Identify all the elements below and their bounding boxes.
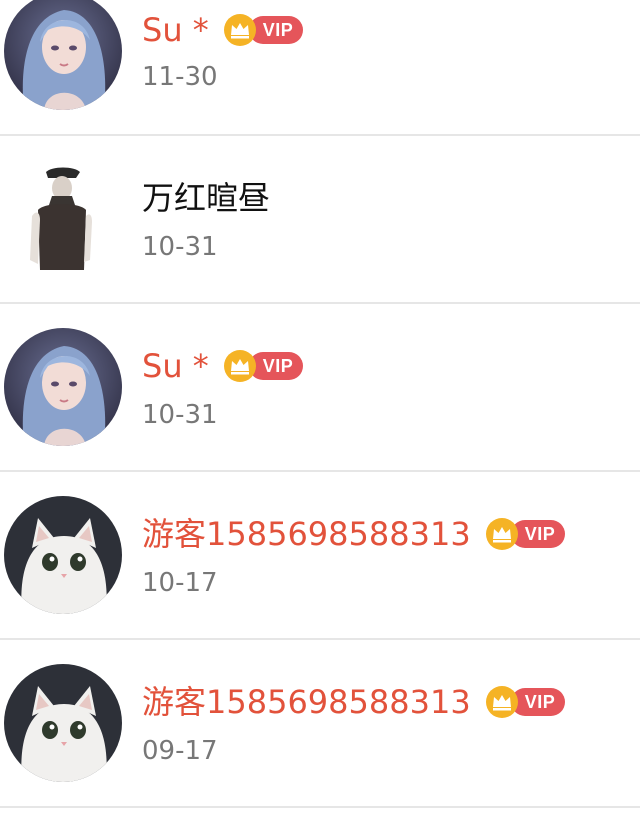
avatar[interactable]: [4, 664, 122, 782]
username[interactable]: Su *: [142, 344, 209, 388]
avatar[interactable]: [4, 496, 122, 614]
username[interactable]: 游客1585698588313: [142, 512, 471, 556]
white-cat-avatar-icon: [4, 496, 122, 614]
name-line: 万红暄昼: [142, 176, 270, 220]
comment-list: Su * VIP 11-30 万红暄昼 10-31 Su * VIP 10-31…: [0, 0, 640, 821]
comment-date: 10-31: [142, 400, 218, 430]
list-item[interactable]: Su * VIP 11-30: [0, 0, 640, 136]
avatar[interactable]: [4, 328, 122, 446]
username[interactable]: 游客1585698588313: [142, 680, 471, 724]
vip-label: VIP: [248, 16, 304, 44]
crown-icon: [223, 350, 256, 382]
comment-date: 11-30: [142, 62, 218, 92]
white-cat-avatar-icon: [4, 664, 122, 782]
man-in-cap-avatar-icon: [4, 160, 122, 278]
vip-badge: VIP: [485, 685, 566, 719]
name-line: Su * VIP: [142, 344, 304, 388]
vip-badge: VIP: [223, 349, 304, 383]
vip-label: VIP: [248, 352, 304, 380]
list-item[interactable]: Su * VIP 10-31: [0, 304, 640, 472]
vip-badge: VIP: [223, 13, 304, 47]
name-line: Su * VIP: [142, 8, 304, 52]
crown-icon: [485, 686, 518, 718]
avatar[interactable]: [4, 160, 122, 278]
comment-date: 09-17: [142, 736, 218, 766]
avatar[interactable]: [4, 0, 122, 110]
anime-girl-avatar-icon: [4, 0, 122, 110]
vip-label: VIP: [510, 520, 566, 548]
comment-date: 10-31: [142, 232, 218, 262]
list-item[interactable]: 万红暄昼 10-31: [0, 136, 640, 304]
username[interactable]: Su *: [142, 8, 209, 52]
vip-badge: VIP: [485, 517, 566, 551]
crown-icon: [223, 14, 256, 46]
comment-date: 10-17: [142, 568, 218, 598]
list-item[interactable]: 游客1585698588313 VIP 10-17: [0, 472, 640, 640]
vip-label: VIP: [510, 688, 566, 716]
anime-girl-avatar-icon: [4, 328, 122, 446]
crown-icon: [485, 518, 518, 550]
list-item[interactable]: 游客1585698588313 VIP 09-17: [0, 640, 640, 808]
name-line: 游客1585698588313 VIP: [142, 680, 566, 724]
username[interactable]: 万红暄昼: [142, 176, 270, 220]
name-line: 游客1585698588313 VIP: [142, 512, 566, 556]
